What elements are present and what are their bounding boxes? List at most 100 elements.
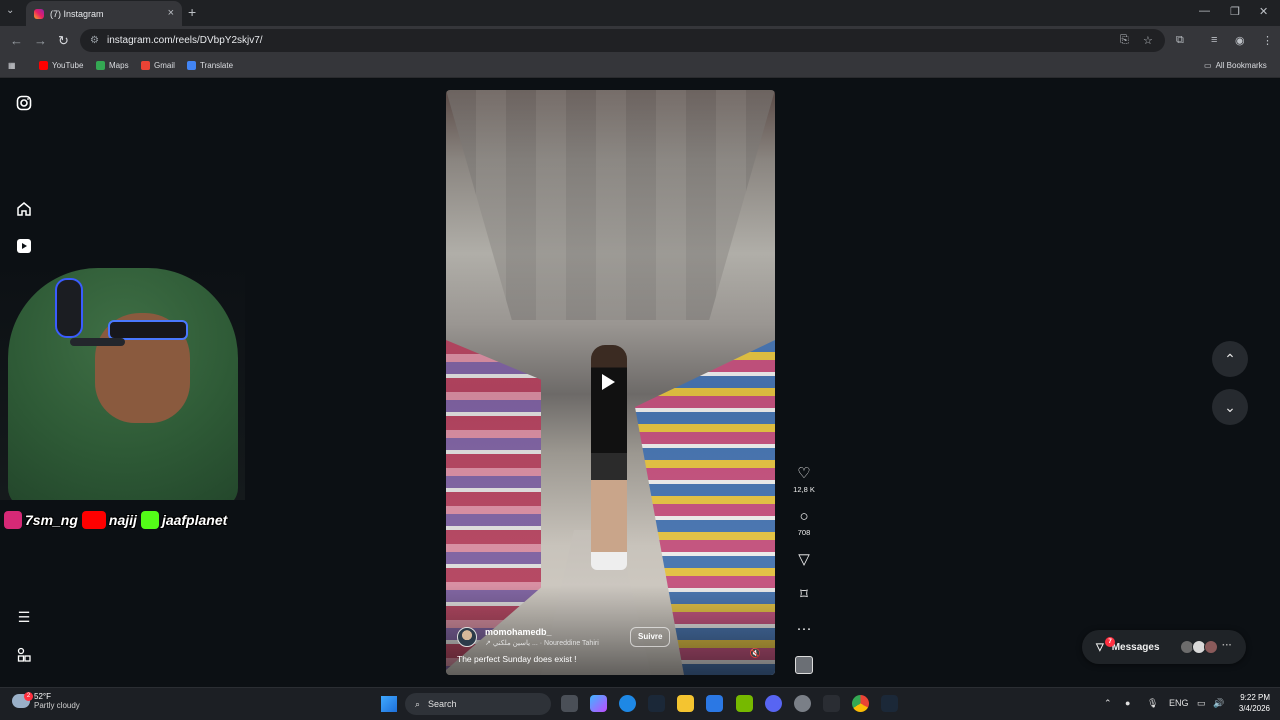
steam-alt-icon[interactable]	[881, 695, 898, 712]
instagram-logo-icon[interactable]	[16, 95, 32, 111]
gmail-icon	[141, 61, 150, 70]
play-icon[interactable]	[602, 374, 615, 390]
url-text: instagram.com/reels/DVbpY2skjv7/	[106, 35, 263, 46]
new-tab-icon[interactable]: +	[188, 4, 196, 20]
taskbar-search[interactable]: ⌕ Search	[405, 693, 551, 715]
reel-video[interactable]: momohamedb_ ↗ ياسين ملكني ... · Noureddi…	[446, 90, 775, 675]
all-bookmarks-label: All Bookmarks	[1215, 61, 1267, 70]
tab-title: (7) Instagram	[50, 8, 104, 19]
owner-username[interactable]: momohamedb_	[485, 627, 599, 637]
messages-icon: ▽	[1096, 641, 1104, 653]
forward-icon[interactable]: →	[34, 33, 47, 48]
search-placeholder: Search	[428, 699, 457, 709]
owner-avatar[interactable]	[457, 627, 477, 647]
share-icon[interactable]: ▽	[792, 552, 816, 568]
discord-icon[interactable]	[765, 695, 782, 712]
save-action[interactable]: ⌑	[792, 587, 816, 603]
epic-launcher-icon[interactable]	[823, 695, 840, 712]
weather-desc: Partly cloudy	[34, 701, 80, 710]
network-icon[interactable]: ▭	[1197, 698, 1206, 709]
message-avatar	[1204, 640, 1218, 654]
clock-date: 3/4/2026	[1238, 704, 1270, 713]
mute-icon[interactable]: 🔇	[750, 648, 761, 659]
youtube-icon	[39, 61, 48, 70]
next-reel-button[interactable]: ⌄	[1212, 389, 1248, 425]
minimize-icon[interactable]: —	[1199, 5, 1210, 17]
bookmark-icon[interactable]: ⌑	[792, 587, 816, 603]
weather-badge: 2	[24, 692, 33, 701]
task-view-icon[interactable]	[561, 695, 578, 712]
reel-owner[interactable]: momohamedb_ ↗ ياسين ملكني ... · Noureddi…	[457, 627, 599, 647]
like-action[interactable]: ♡ 12,8 K	[792, 466, 816, 495]
microphone-icon[interactable]: 🎙	[1147, 698, 1158, 709]
bookmark-star-icon[interactable]: ☆	[1143, 34, 1153, 47]
comment-icon[interactable]: ○	[792, 509, 816, 525]
messages-label: Messages	[1111, 641, 1160, 653]
previous-reel-button[interactable]: ⌃	[1212, 341, 1248, 377]
all-bookmarks[interactable]: ▭ All Bookmarks	[1204, 61, 1267, 70]
volume-icon[interactable]: 🔊	[1213, 698, 1224, 709]
youtube-icon	[81, 511, 106, 529]
more-options-action[interactable]: ···	[792, 621, 816, 637]
social-handle: najij	[108, 512, 137, 528]
install-app-icon[interactable]: ⎘	[1120, 34, 1129, 47]
address-bar[interactable]: ⚙ instagram.com/reels/DVbpY2skjv7/	[80, 29, 1165, 52]
menu-kebab-icon[interactable]: ⋮	[1262, 34, 1273, 47]
restore-icon[interactable]: ❐	[1230, 5, 1240, 18]
tab-search-chevron-icon[interactable]: ⌄	[6, 5, 14, 16]
clock[interactable]: 9:22 PM 3/4/2026	[1230, 692, 1270, 714]
reel-audio[interactable]: ↗ ياسين ملكني ... · Noureddine Tahiri	[485, 639, 599, 647]
language-indicator[interactable]: ENG	[1169, 698, 1189, 708]
media-controls-icon[interactable]: ≡	[1211, 34, 1217, 46]
also-from-meta-icon[interactable]	[16, 647, 32, 663]
heart-icon[interactable]: ♡	[792, 466, 816, 482]
maps-icon	[96, 61, 105, 70]
tray-app-icon[interactable]: ●	[1125, 698, 1130, 708]
more-avatars-icon: ···	[1222, 640, 1232, 651]
bookmark-label: Gmail	[154, 61, 175, 70]
tab-instagram[interactable]: (7) Instagram ×	[26, 1, 182, 26]
close-window-icon[interactable]: ✕	[1259, 5, 1268, 18]
more-menu-icon[interactable]: ☰	[16, 609, 32, 625]
bookmark-label: Maps	[109, 61, 129, 70]
bookmark-youtube[interactable]: YouTube	[39, 61, 83, 70]
comment-action[interactable]: ○ 708	[792, 509, 816, 538]
browser-toolbar: ← → ↻ ⚙ instagram.com/reels/DVbpY2skjv7/…	[0, 26, 1280, 56]
microsoft-store-icon[interactable]	[706, 695, 723, 712]
nvidia-icon[interactable]	[736, 695, 753, 712]
reload-icon[interactable]: ↻	[58, 33, 69, 49]
bookmark-label: Translate	[200, 61, 234, 70]
copilot-icon[interactable]	[590, 695, 607, 712]
show-hidden-icons-icon[interactable]: ⌃	[1104, 698, 1112, 709]
follow-button[interactable]: Suivre	[630, 627, 671, 647]
bookmark-gmail[interactable]: Gmail	[141, 61, 175, 70]
video-ceiling	[446, 90, 775, 320]
bookmark-maps[interactable]: Maps	[96, 61, 129, 70]
weather-widget[interactable]: 2 52°F Partly cloudy	[12, 692, 80, 710]
clock-time: 9:22 PM	[1240, 693, 1270, 702]
close-tab-icon[interactable]: ×	[168, 7, 174, 19]
steam-icon[interactable]	[648, 695, 665, 712]
settings-icon[interactable]	[794, 695, 811, 712]
site-info-icon[interactable]: ⚙	[90, 35, 99, 46]
audio-thumbnail[interactable]	[795, 656, 813, 674]
tab-bar: ⌄ (7) Instagram × + — ❐ ✕	[0, 0, 1280, 26]
edge-icon[interactable]	[619, 695, 636, 712]
share-action[interactable]: ▽	[792, 552, 816, 568]
home-icon[interactable]	[16, 201, 32, 217]
chevron-up-icon: ⌃	[1224, 351, 1236, 367]
apps-grid-icon[interactable]: ▦	[8, 61, 16, 70]
reels-icon[interactable]	[16, 238, 32, 254]
windows-start-icon[interactable]	[381, 696, 397, 712]
extensions-icon[interactable]: ⧉	[1176, 34, 1184, 47]
chrome-icon[interactable]	[852, 695, 869, 712]
back-icon[interactable]: ←	[10, 33, 23, 48]
webcam-glasses	[108, 320, 188, 340]
messages-button[interactable]: ▽ 7 Messages ···	[1082, 630, 1246, 664]
profile-avatar-icon[interactable]: ◉	[1235, 34, 1245, 47]
bookmark-translate[interactable]: Translate	[187, 61, 233, 70]
file-explorer-icon[interactable]	[677, 695, 694, 712]
more-options-icon[interactable]: ···	[792, 621, 816, 637]
webcam-headset	[55, 278, 83, 338]
bookmarks-bar: ▦ YouTube Maps Gmail Translate ▭ All Book…	[0, 56, 1280, 78]
